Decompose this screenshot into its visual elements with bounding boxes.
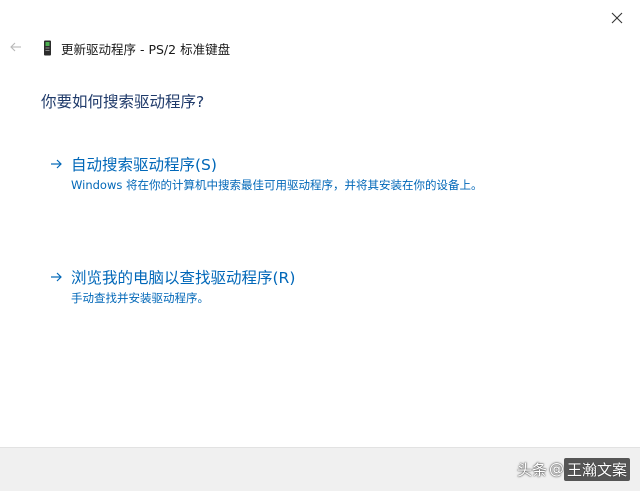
- update-driver-dialog: 更新驱动程序 - PS/2 标准键盘 你要如何搜索驱动程序? 自动搜索驱动程序(…: [0, 0, 640, 491]
- watermark-author: 王瀚文案: [563, 457, 630, 481]
- browse-computer-option[interactable]: 浏览我的电脑以查找驱动程序(R) 手动查找并安装驱动程序。: [49, 266, 295, 306]
- back-button[interactable]: [8, 39, 24, 55]
- close-button[interactable]: [606, 8, 628, 28]
- keyboard-device-icon: [41, 39, 53, 57]
- top-edge-partial: [0, 0, 640, 6]
- dialog-title: 更新驱动程序 - PS/2 标准键盘: [61, 41, 231, 57]
- dialog-title-row: 更新驱动程序 - PS/2 标准键盘: [41, 38, 230, 58]
- auto-search-description: Windows 将在你的计算机中搜索最佳可用驱动程序，并将其安装在你的设备上。: [71, 178, 483, 192]
- watermark: 头条 @ 王瀚文案: [517, 457, 630, 481]
- page-heading: 你要如何搜索驱动程序?: [41, 93, 205, 111]
- arrow-right-icon: [49, 157, 63, 171]
- cropped-text-fragment: [50, 0, 110, 2]
- auto-search-option[interactable]: 自动搜索驱动程序(S) Windows 将在你的计算机中搜索最佳可用驱动程序，并…: [49, 153, 483, 193]
- arrow-right-icon: [49, 270, 63, 284]
- watermark-prefix: 头条: [516, 460, 547, 479]
- close-icon: [611, 12, 623, 24]
- auto-search-title[interactable]: 自动搜索驱动程序(S): [71, 153, 217, 175]
- browse-computer-description: 手动查找并安装驱动程序。: [71, 291, 209, 305]
- arrow-left-icon: [10, 42, 21, 52]
- browse-computer-title[interactable]: 浏览我的电脑以查找驱动程序(R): [71, 266, 295, 288]
- watermark-at: @: [548, 460, 564, 478]
